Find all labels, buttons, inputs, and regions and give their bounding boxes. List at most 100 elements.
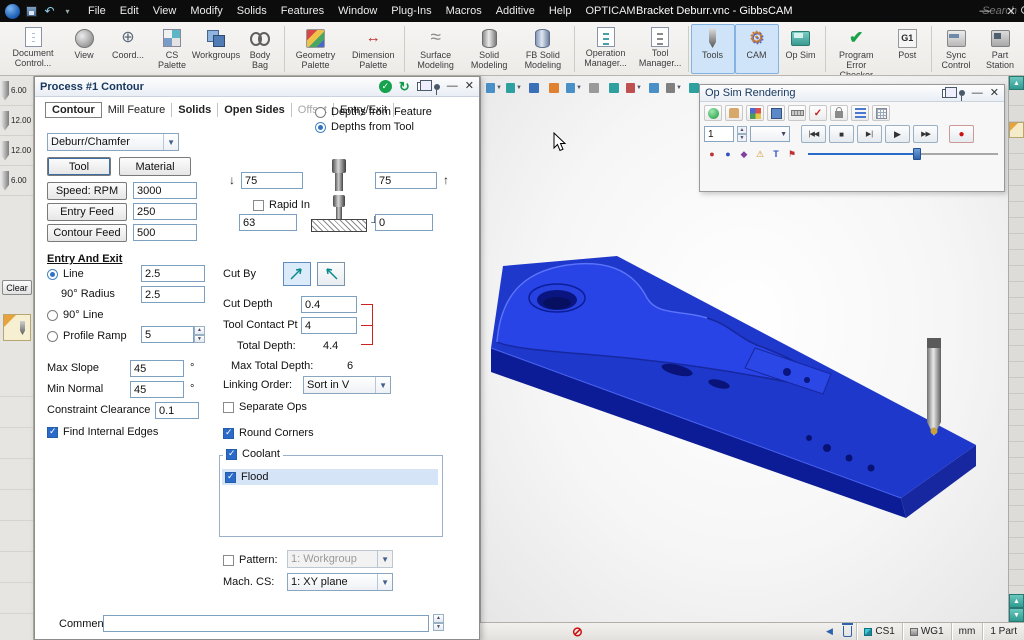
close-icon[interactable]: ✕ [998,0,1024,22]
process-slot[interactable] [0,366,33,397]
depths-from-feature-radio[interactable] [315,107,326,118]
ribbon-post[interactable]: G1Post [885,24,929,74]
operation-slot[interactable] [1009,106,1024,122]
flag-icon[interactable]: ⚑ [786,148,798,160]
cs-indicator[interactable]: CS1 [856,623,901,640]
sim-loop-field[interactable]: 1 [704,126,734,142]
close-palette-icon[interactable]: ✕ [990,88,999,99]
tool-dot-icon[interactable]: ● [722,148,734,160]
cs-toggle-icon[interactable] [525,80,543,96]
material-button[interactable]: Material [119,157,191,176]
find-internal-edges-checkbox[interactable] [47,427,58,438]
process-slot[interactable] [0,521,33,552]
units-indicator[interactable]: mm [951,623,983,640]
interrupt-icon[interactable]: ⊘ [572,625,583,638]
process-type-select[interactable]: Deburr/Chamfer▼ [47,133,179,151]
stock-offset-field[interactable]: 0 [375,214,433,231]
line90-radio-row[interactable]: 90° Line [47,306,104,324]
menu-modify[interactable]: Modify [183,0,229,22]
ribbon-surface-modeling[interactable]: Surface Modeling [407,24,464,74]
cut-by-option-2-button[interactable] [317,262,345,286]
pattern-checkbox[interactable] [223,555,234,566]
radius-90-field[interactable]: 2.5 [141,286,205,303]
ribbon-tool-manager[interactable]: Tool Manager... [635,24,686,74]
holder-diamond-icon[interactable]: ◆ [738,148,750,160]
ribbon-program-error-checker[interactable]: Program Error Checker [827,24,885,74]
tool-tile-3[interactable]: 12.00 [0,136,33,166]
speed-rpm-field[interactable]: 3000 [133,182,197,199]
menu-additive[interactable]: Additive [489,0,542,22]
menu-window[interactable]: Window [331,0,384,22]
linking-order-select[interactable]: Sort in V▼ [303,376,391,394]
tool-tile-4[interactable]: 6.00 [0,166,33,196]
operation-slot[interactable] [1009,218,1024,234]
render-sphere-icon[interactable] [704,105,722,121]
sim-step-forward-button[interactable] [857,125,882,143]
slider-thumb[interactable] [913,148,921,160]
operation-slot[interactable] [1009,250,1024,266]
tab-contour[interactable]: Contour [45,102,102,118]
verify-check-icon[interactable]: ✓ [809,105,827,121]
ribbon-view[interactable]: View [62,24,106,74]
collapse-left-icon[interactable]: ◀ [820,623,838,640]
tab-solids[interactable]: Solids [172,103,218,117]
pin-icon[interactable] [959,90,965,96]
menu-features[interactable]: Features [274,0,331,22]
sim-stop-button[interactable] [829,125,854,143]
workgroup-indicator[interactable]: WG1 [902,623,951,640]
cut-depth-field[interactable]: 0.4 [301,296,357,313]
profile-ramp-radio[interactable] [47,331,58,342]
redo-all-icon[interactable]: ↻ [399,80,410,93]
operation-slot[interactable] [1009,282,1024,298]
operation-slot[interactable] [1009,314,1024,330]
pin-icon[interactable] [434,84,440,90]
operation-slot[interactable] [1009,90,1024,106]
tab-mill-feature[interactable]: Mill Feature [102,103,172,117]
collision-dot-icon[interactable]: ● [706,148,718,160]
ribbon-solid-modeling[interactable]: Solid Modeling [464,24,513,74]
operation-slot[interactable] [1009,394,1024,410]
operation-slot[interactable] [1009,490,1024,506]
ops-scroll-top-button[interactable]: ▲ [1009,76,1024,90]
cut-by-option-1-button[interactable] [283,262,311,286]
entry-feed-button[interactable]: Entry Feed [47,203,127,221]
tab-open-sides[interactable]: Open Sides [218,103,292,117]
sim-loop-spinner[interactable]: ▲▼ [737,126,747,142]
separate-ops-checkbox[interactable] [223,402,234,413]
operation-slot[interactable] [1009,458,1024,474]
warning-icon[interactable]: ⚠ [754,148,766,160]
minimize-dialog-icon[interactable]: — [447,81,458,92]
operation-slot[interactable] [1009,426,1024,442]
comment-spinner[interactable]: ▲▼ [433,614,444,631]
operation-tile[interactable] [1009,122,1024,138]
coolant-row[interactable]: Coolant [223,448,283,460]
line90-radio[interactable] [47,310,58,321]
op-sim-titlebar[interactable]: Op Sim Rendering — ✕ [700,85,1004,102]
constraint-clearance-field[interactable]: 0.1 [155,402,199,419]
menu-edit[interactable]: Edit [113,0,146,22]
minimize-icon[interactable]: — [972,0,998,22]
pattern-row[interactable]: Pattern: [223,551,278,569]
menu-help[interactable]: Help [542,0,579,22]
operation-slot[interactable] [1009,170,1024,186]
min-normal-field[interactable]: 45 [130,381,184,398]
process-slot[interactable] [0,552,33,583]
menu-macros[interactable]: Macros [439,0,489,22]
ribbon-sync-control[interactable]: Sync Control [934,24,978,74]
menu-opticam[interactable]: OPTICAM [578,0,642,22]
ribbon-cs-palette[interactable]: CS Palette [150,24,194,74]
operation-slot[interactable] [1009,506,1024,522]
trash-icon[interactable] [838,623,856,640]
tool-tile-1[interactable]: 6.00 [0,76,33,106]
report-bars-icon[interactable] [851,105,869,121]
ribbon-geometry-palette[interactable]: Geometry Palette [287,24,344,74]
lock-icon[interactable] [830,105,848,121]
ribbon-fb-solid-modeling[interactable]: FB Solid Modeling [514,24,572,74]
contour-feed-button[interactable]: Contour Feed [47,224,127,242]
do-it-check-icon[interactable]: ✓ [379,80,392,93]
sim-progress-slider[interactable] [808,147,998,161]
find-internal-edges-row[interactable]: Find Internal Edges [47,423,158,441]
section-menu-icon[interactable]: ▼ [625,80,643,96]
max-slope-field[interactable]: 45 [130,360,184,377]
operation-slot[interactable] [1009,522,1024,538]
